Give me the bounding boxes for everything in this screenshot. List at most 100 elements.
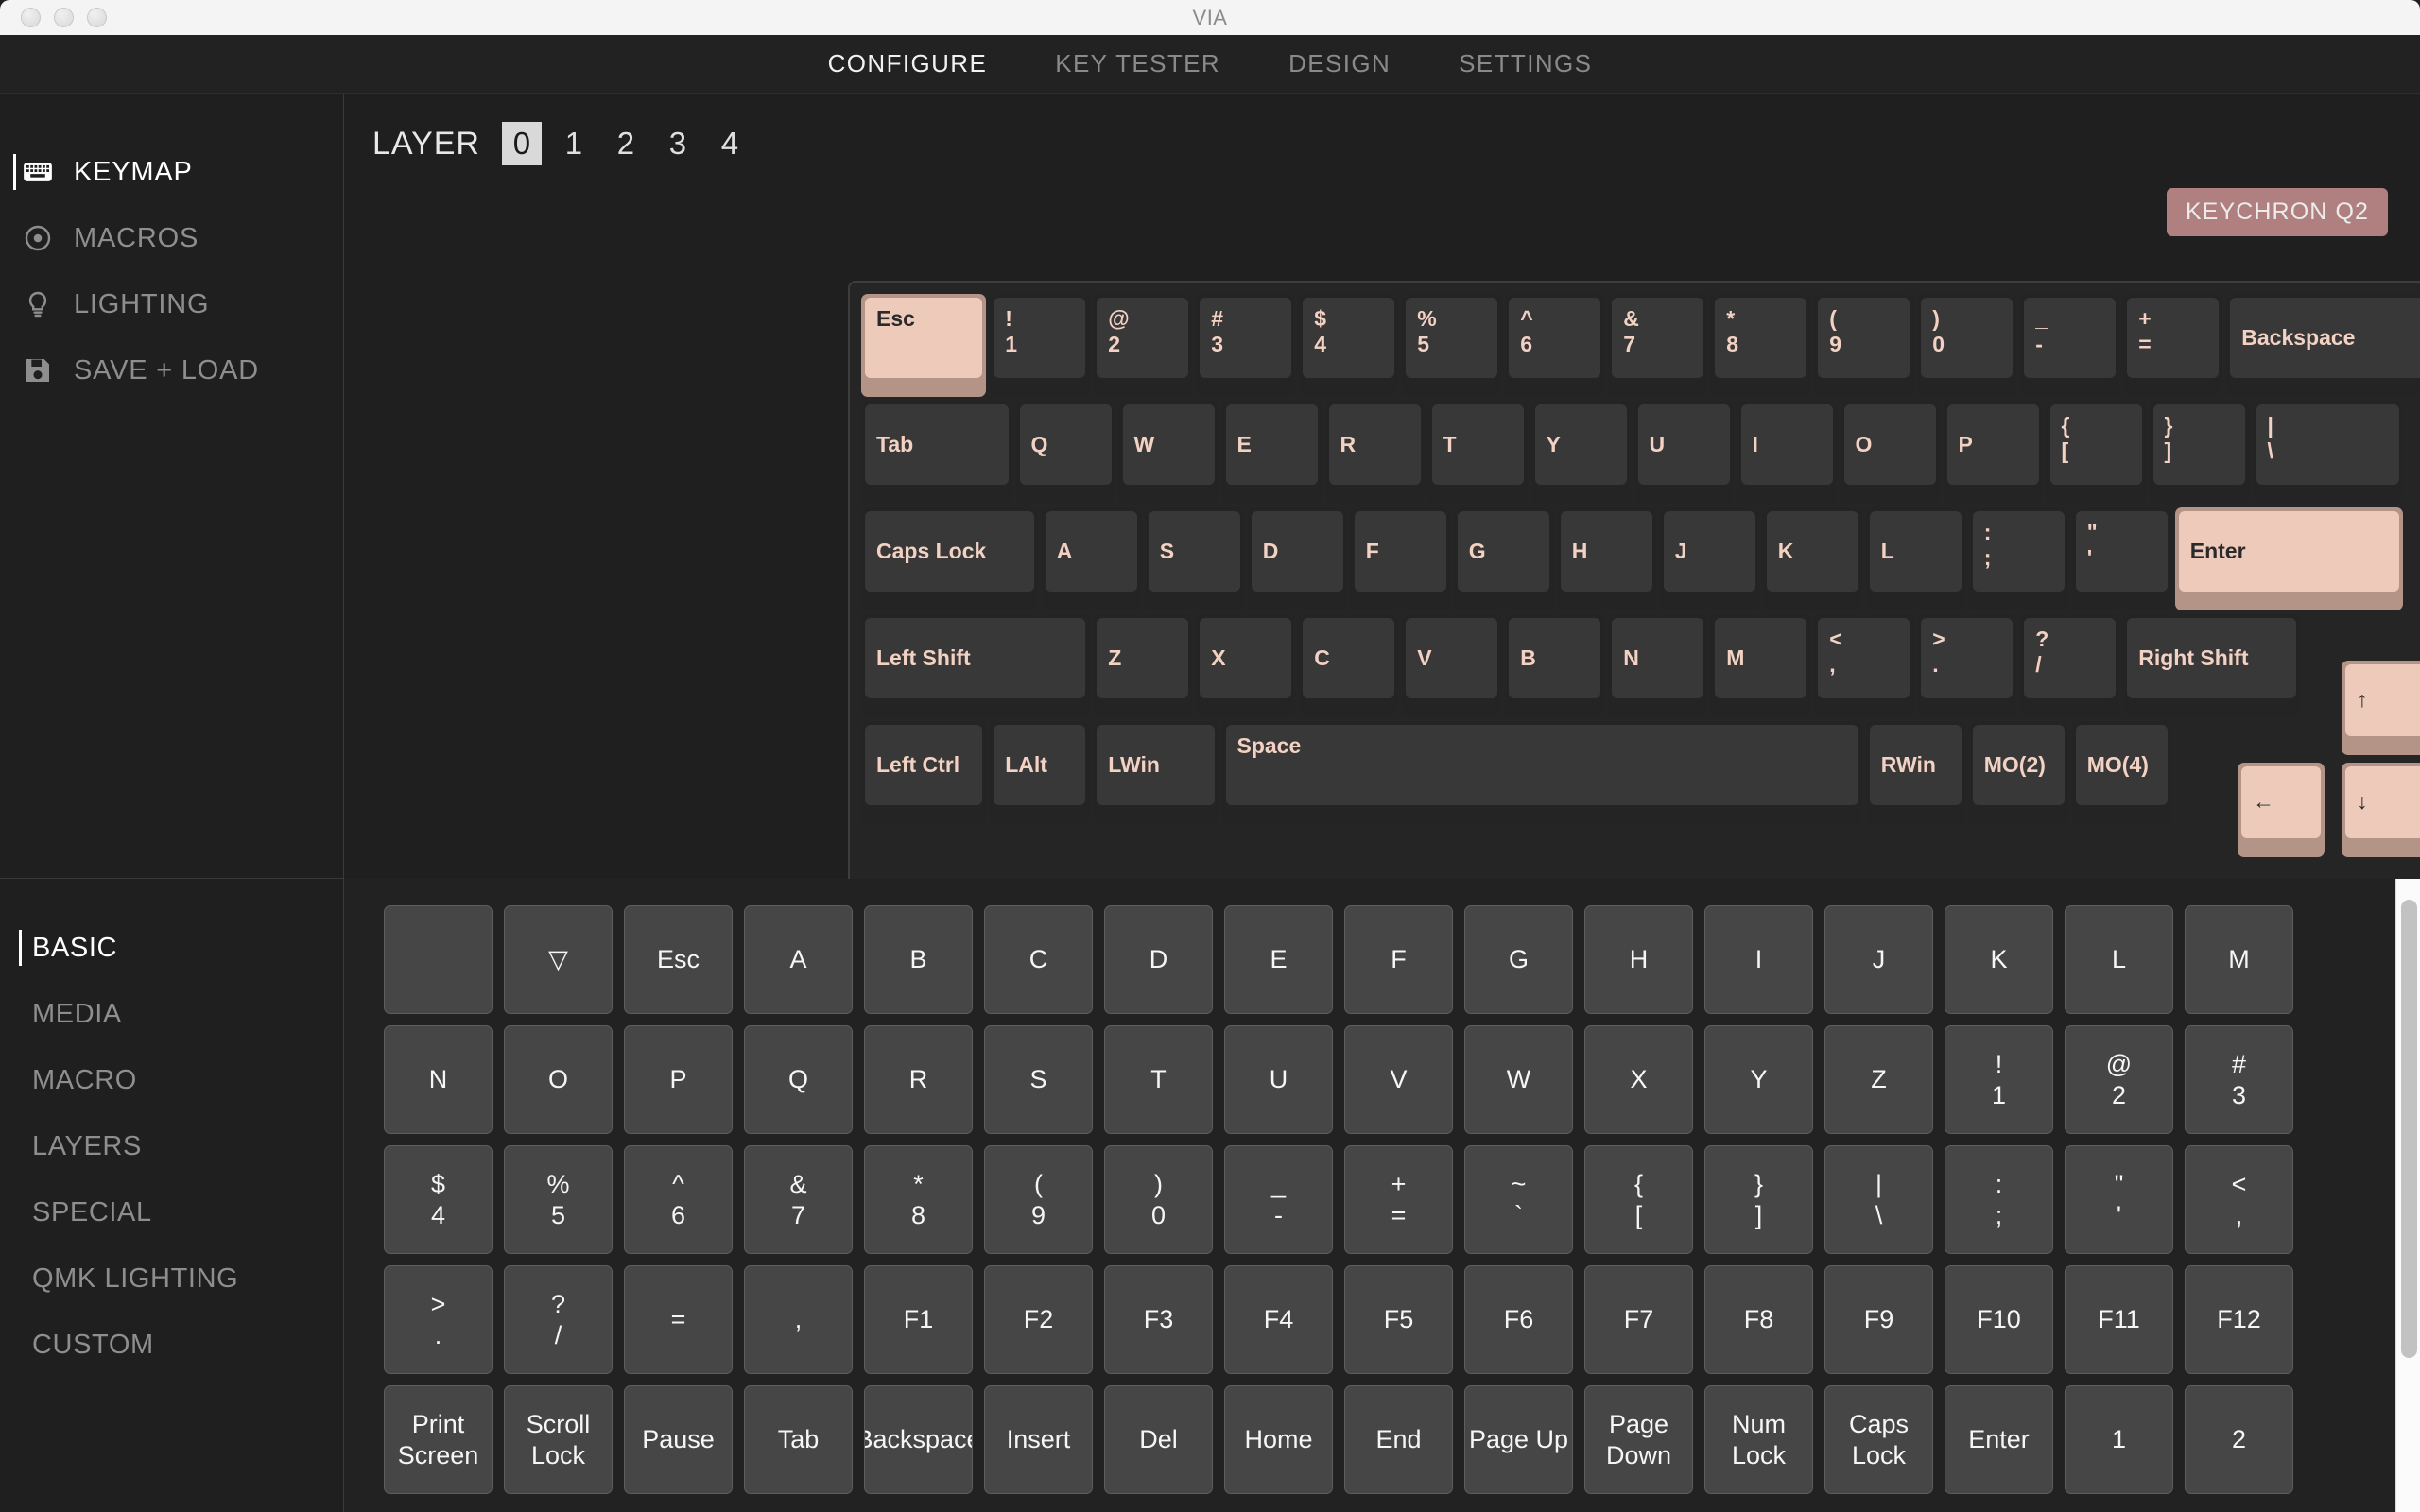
palette-key[interactable]: : ; [1945,1145,2053,1254]
palette-key[interactable]: 1 [2065,1385,2173,1494]
sidebar-item-keymap[interactable]: KEYMAP [0,139,343,205]
keymap-key[interactable]: RWin [1866,721,1965,824]
keymap-key[interactable]: Esc [861,294,986,397]
palette-key[interactable]: Enter [1945,1385,2053,1494]
sidebar-item-macros[interactable]: MACROS [0,205,343,271]
palette-key[interactable]: + = [1344,1145,1453,1254]
layer-button-4[interactable]: 4 [710,122,750,165]
layer-button-2[interactable]: 2 [606,122,646,165]
keymap-key[interactable]: + = [2123,294,2222,397]
keymap-key[interactable]: < , [1814,614,1913,717]
palette-key[interactable]: Esc [624,905,733,1014]
keymap-key[interactable]: LWin [1093,721,1218,824]
palette-key[interactable]: > . [384,1265,493,1374]
keymap-key[interactable]: | \ [2253,401,2404,504]
category-macro[interactable]: MACRO [0,1047,343,1113]
category-qmk-lighting[interactable]: QMK LIGHTING [0,1246,343,1312]
tab-configure[interactable]: CONFIGURE [828,49,988,78]
palette-scrollbar[interactable] [2395,879,2420,1512]
keymap-key[interactable]: MO(2) [1969,721,2068,824]
palette-key[interactable]: Backspace [864,1385,973,1494]
keymap-key[interactable]: } ] [2150,401,2249,504]
keymap-key[interactable]: V [1402,614,1501,717]
palette-key[interactable]: D [1104,905,1213,1014]
keymap-key[interactable]: Q [1016,401,1115,504]
palette-key[interactable]: Num Lock [1704,1385,1813,1494]
palette-key[interactable]: ) 0 [1104,1145,1213,1254]
palette-key[interactable]: Page Down [1584,1385,1693,1494]
keymap-key[interactable]: $ 4 [1299,294,1398,397]
palette-key[interactable]: ~ ` [1464,1145,1573,1254]
palette-key[interactable]: * 8 [864,1145,973,1254]
palette-key[interactable]: T [1104,1025,1213,1134]
keyboard-name-badge[interactable]: KEYCHRON Q2 [2167,188,2388,236]
keymap-key[interactable]: ( 9 [1814,294,1913,397]
keymap-key-arrow-down[interactable]: ↓ [2342,763,2420,857]
keymap-key[interactable]: G [1454,507,1553,610]
keymap-key[interactable]: A [1042,507,1141,610]
palette-key[interactable]: W [1464,1025,1573,1134]
layer-button-3[interactable]: 3 [658,122,698,165]
palette-key[interactable]: Insert [984,1385,1093,1494]
palette-key[interactable]: 2 [2185,1385,2293,1494]
palette-key[interactable]: } ] [1704,1145,1813,1254]
palette-key[interactable]: _ - [1224,1145,1333,1254]
palette-key[interactable]: F2 [984,1265,1093,1374]
keymap-key[interactable]: Left Ctrl [861,721,986,824]
keymap-key[interactable]: ? / [2020,614,2119,717]
palette-key[interactable]: U [1224,1025,1333,1134]
palette-key[interactable]: Q [744,1025,853,1134]
keymap-key[interactable]: Y [1531,401,1631,504]
palette-key[interactable]: F8 [1704,1265,1813,1374]
keymap-key[interactable]: : ; [1969,507,2068,610]
palette-key[interactable]: B [864,905,973,1014]
palette-key[interactable]: F7 [1584,1265,1693,1374]
keymap-key[interactable]: Left Shift [861,614,1089,717]
palette-key[interactable]: X [1584,1025,1693,1134]
keymap-key[interactable]: @ 2 [1093,294,1192,397]
tab-settings[interactable]: SETTINGS [1459,49,1592,78]
keymap-key[interactable]: ^ 6 [1505,294,1604,397]
keymap-key[interactable]: LAlt [990,721,1089,824]
palette-key[interactable]: Pause [624,1385,733,1494]
keymap-key[interactable]: { [ [2047,401,2146,504]
keymap-key[interactable]: J [1660,507,1759,610]
palette-key[interactable]: $ 4 [384,1145,493,1254]
palette-key[interactable]: S [984,1025,1093,1134]
keymap-key[interactable]: X [1196,614,1295,717]
keymap-key[interactable]: " ' [2072,507,2171,610]
palette-key[interactable]: % 5 [504,1145,613,1254]
keymap-key[interactable]: U [1634,401,1734,504]
sidebar-item-save-load[interactable]: SAVE + LOAD [0,337,343,404]
keymap-key[interactable]: R [1325,401,1425,504]
palette-key[interactable]: # 3 [2185,1025,2293,1134]
palette-key[interactable]: ( 9 [984,1145,1093,1254]
keymap-key-arrow-up[interactable]: ↑ [2342,661,2420,755]
keymap-key[interactable]: L [1866,507,1965,610]
palette-key[interactable]: F [1344,905,1453,1014]
palette-key[interactable]: V [1344,1025,1453,1134]
palette-key[interactable]: J [1824,905,1933,1014]
keymap-key[interactable]: C [1299,614,1398,717]
keymap-key[interactable]: ! 1 [990,294,1089,397]
palette-key[interactable]: ! 1 [1945,1025,2053,1134]
keymap-key[interactable]: W [1119,401,1219,504]
palette-key[interactable]: Print Screen [384,1385,493,1494]
keymap-key[interactable]: Enter [2175,507,2403,610]
palette-key[interactable]: F3 [1104,1265,1213,1374]
palette-key[interactable]: Del [1104,1385,1213,1494]
palette-key[interactable]: ? / [504,1265,613,1374]
palette-key[interactable]: L [2065,905,2173,1014]
palette-key[interactable]: End [1344,1385,1453,1494]
category-custom[interactable]: CUSTOM [0,1312,343,1378]
layer-button-0[interactable]: 0 [502,122,542,165]
palette-key[interactable]: ▽ [504,905,613,1014]
keymap-key[interactable]: O [1841,401,1940,504]
category-media[interactable]: MEDIA [0,981,343,1047]
keymap-key[interactable]: Right Shift [2123,614,2300,717]
palette-key[interactable]: Home [1224,1385,1333,1494]
palette-key[interactable]: = [624,1265,733,1374]
palette-key[interactable]: ^ 6 [624,1145,733,1254]
category-special[interactable]: SPECIAL [0,1179,343,1246]
palette-key[interactable]: C [984,905,1093,1014]
